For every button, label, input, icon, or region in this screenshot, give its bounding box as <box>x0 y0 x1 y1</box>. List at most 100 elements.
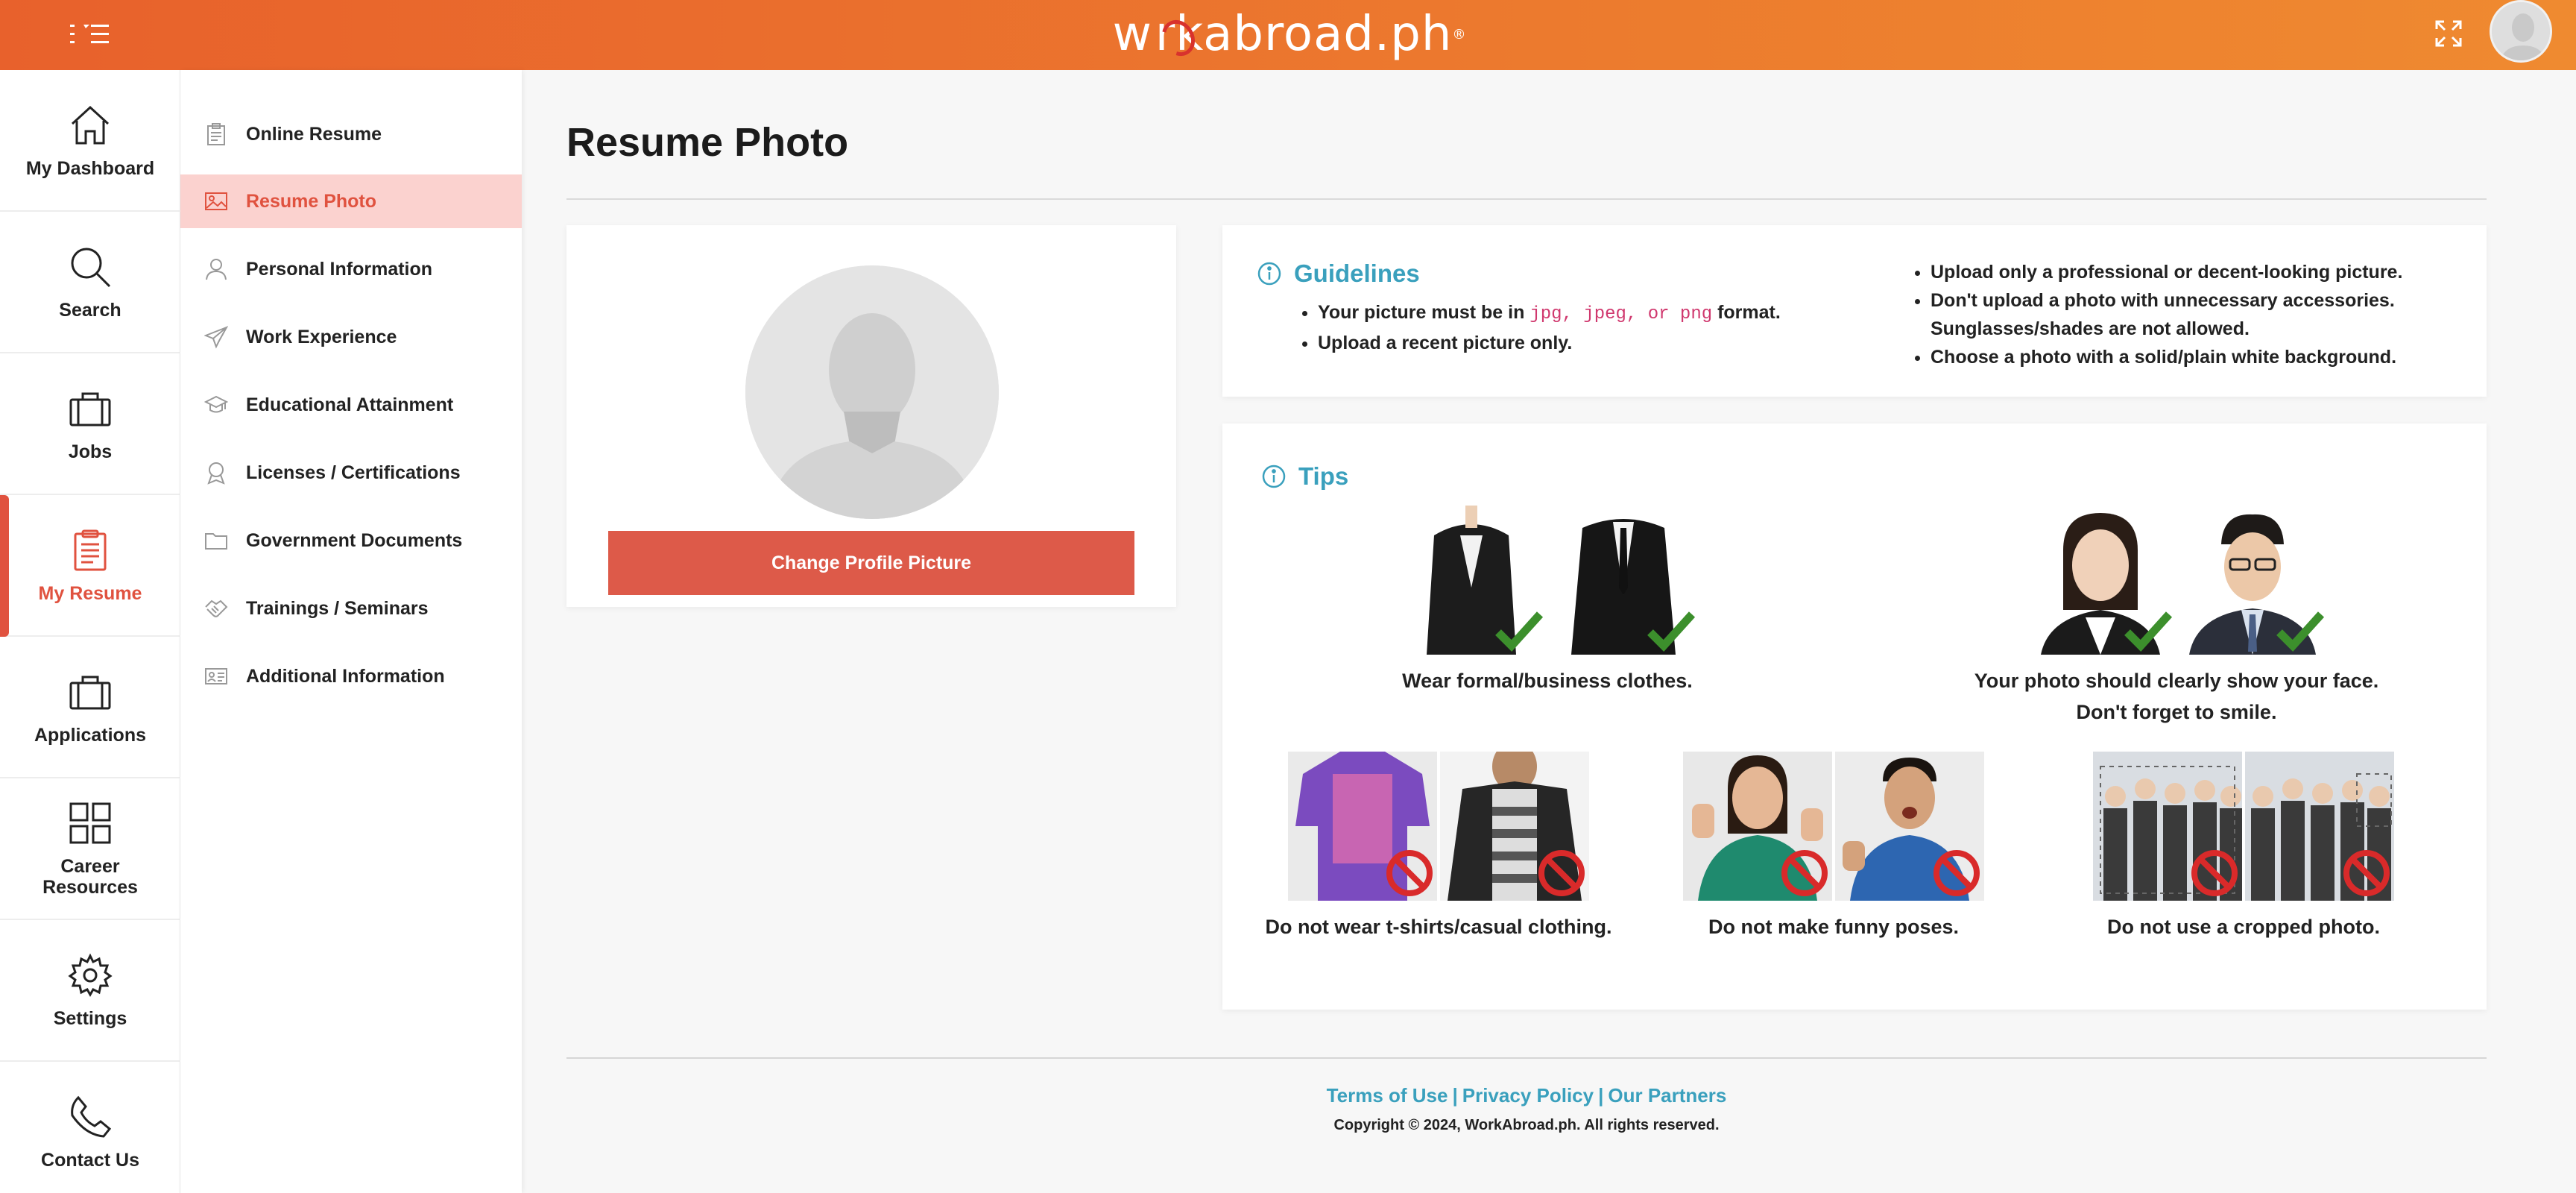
default-avatar-icon <box>2492 2 2550 60</box>
rail-item-applications[interactable]: Applications <box>0 637 180 778</box>
tip-photo-smiling-man <box>2178 506 2327 655</box>
guidelines-list-right: Upload only a professional or decent-loo… <box>1908 258 2402 371</box>
rail-item-career-resources[interactable]: Career Resources <box>0 778 180 920</box>
page-title: Resume Photo <box>566 120 849 165</box>
subnav-item-government-documents[interactable]: Government Documents <box>180 514 522 567</box>
menu-icon <box>70 25 109 43</box>
subnav-item-additional-information[interactable]: Additional Information <box>180 649 522 703</box>
guideline-background: Choose a photo with a solid/plain white … <box>1931 343 2402 371</box>
graduation-cap-icon <box>204 395 228 413</box>
folder-icon <box>205 533 227 550</box>
subnav-item-resume-photo[interactable]: Resume Photo <box>180 174 522 228</box>
rail-label: My Resume <box>38 583 142 604</box>
subnav-label: Educational Attainment <box>246 394 454 415</box>
privacy-policy-link[interactable]: Privacy Policy <box>1462 1084 1594 1107</box>
subnav-item-personal-information[interactable]: Personal Information <box>180 242 522 296</box>
tip-show-face: Your photo should clearly show your face… <box>1953 506 2400 728</box>
info-icon <box>1262 465 1286 488</box>
rail-label: Search <box>59 300 121 321</box>
rail-item-contact-us[interactable]: Contact Us <box>0 1062 180 1193</box>
briefcase-icon <box>69 392 111 426</box>
rail-item-settings[interactable]: Settings <box>0 920 180 1062</box>
primary-nav-rail: My Dashboard Search Jobs My Resume Appli… <box>0 70 180 1193</box>
subnav-label: Online Resume <box>246 123 382 145</box>
phone-icon <box>71 1095 112 1138</box>
tip-caption: Do not use a cropped photo. <box>2107 916 2380 938</box>
check-icon <box>2124 611 2172 652</box>
subnav-label: Additional Information <box>246 665 445 687</box>
user-avatar[interactable] <box>2490 0 2552 63</box>
guidelines-title: Guidelines <box>1294 259 1420 287</box>
guidelines-card: Guidelines Your picture must be in jpg, … <box>1222 225 2487 397</box>
profile-photo-preview <box>745 265 999 519</box>
rail-label: Jobs <box>68 441 113 462</box>
home-icon <box>71 105 110 145</box>
handshake-icon <box>205 599 228 617</box>
workabroad-logo[interactable]: w rkabroad.ph ® <box>1113 3 1466 66</box>
tips-heading: Tips <box>1261 462 1348 491</box>
guidelines-list-left: Your picture must be in jpg, jpeg, or pn… <box>1295 298 1781 357</box>
tip-photo-casual-jacket <box>1440 752 1589 901</box>
default-avatar-icon <box>745 265 999 519</box>
logo-registered-mark: ® <box>1452 26 1467 43</box>
footer-separator: | <box>1452 1084 1458 1107</box>
fullscreen-button[interactable] <box>2431 16 2466 51</box>
tip-caption-line1: Your photo should clearly show your face… <box>1974 670 2379 692</box>
tips-card: Tips Wear formal/business clothes. Your … <box>1222 424 2487 1010</box>
subnav-label: Work Experience <box>246 326 397 347</box>
prohibited-icon <box>1386 850 1433 896</box>
subnav-label: Government Documents <box>246 529 463 551</box>
rail-item-search[interactable]: Search <box>0 212 180 353</box>
tips-title: Tips <box>1298 462 1349 490</box>
menu-toggle-button[interactable] <box>69 18 110 51</box>
prohibited-icon <box>1781 850 1828 896</box>
info-icon <box>1257 262 1281 286</box>
gear-icon <box>68 953 113 998</box>
tip-photo-group-2 <box>2245 752 2394 901</box>
change-profile-picture-button[interactable]: Change Profile Picture <box>608 531 1134 595</box>
tip-caption: Wear formal/business clothes. <box>1402 670 1693 692</box>
our-partners-link[interactable]: Our Partners <box>1608 1084 1726 1107</box>
subnav-item-educational-attainment[interactable]: Educational Attainment <box>180 378 522 432</box>
guideline-sunglasses-text: Sunglasses/shades are not allowed. <box>1931 318 2250 339</box>
subnav-item-licenses-certifications[interactable]: Licenses / Certifications <box>180 446 522 500</box>
tip-photo-smiling-woman <box>2026 506 2175 655</box>
subnav-item-trainings-seminars[interactable]: Trainings / Seminars <box>180 582 522 635</box>
subnav-label: Trainings / Seminars <box>246 597 429 619</box>
footer-separator: | <box>1598 1084 1604 1107</box>
subnav-item-work-experience[interactable]: Work Experience <box>180 310 522 364</box>
guidelines-heading: Guidelines <box>1257 259 1420 288</box>
tip-caption: Do not wear t-shirts/casual clothing. <box>1265 916 1612 938</box>
tip-photo-group-1 <box>2093 752 2242 901</box>
tip-no-cropped-photo: Do not use a cropped photo. <box>2080 752 2408 942</box>
prohibited-icon <box>2343 850 2390 896</box>
tip-photo-surprised-man <box>1835 752 1984 901</box>
guideline-recent: Upload a recent picture only. <box>1318 329 1781 357</box>
subnav-label: Licenses / Certifications <box>246 462 461 483</box>
prohibited-icon <box>1538 850 1585 896</box>
grid-icon <box>69 802 111 844</box>
rail-label: My Dashboard <box>25 158 155 179</box>
subnav-item-online-resume[interactable]: Online Resume <box>180 107 522 161</box>
copyright-text: Copyright © 2024, WorkAbroad.ph. All rig… <box>1333 1117 1720 1133</box>
guideline-format-text: Your picture must be in <box>1318 302 1530 323</box>
check-icon <box>1647 611 1695 652</box>
profile-photo-card: Change Profile Picture <box>566 225 1176 607</box>
prohibited-icon <box>1933 850 1980 896</box>
clipboard-icon <box>207 123 225 145</box>
rail-label: Applications <box>34 725 146 746</box>
rail-item-my-dashboard[interactable]: My Dashboard <box>0 70 180 212</box>
guideline-accessories-text: Don't upload a photo with unnecessary ac… <box>1931 290 2395 311</box>
check-icon <box>1495 611 1543 652</box>
tip-caption: Do not make funny poses. <box>1708 916 1960 938</box>
resume-subnav: Online Resume Resume Photo Personal Info… <box>180 70 522 1193</box>
search-icon <box>71 248 111 288</box>
rail-item-jobs[interactable]: Jobs <box>0 353 180 495</box>
tip-caption-line2: Don't forget to smile. <box>2076 701 2277 723</box>
tip-caption: Your photo should clearly show your face… <box>1974 665 2379 728</box>
file-formats: jpg, jpeg, or png <box>1530 304 1713 324</box>
terms-of-use-link[interactable]: Terms of Use <box>1327 1084 1448 1107</box>
prohibited-icon <box>2191 850 2238 896</box>
rail-item-my-resume[interactable]: My Resume <box>0 495 180 637</box>
rail-label: Settings <box>53 1008 127 1029</box>
